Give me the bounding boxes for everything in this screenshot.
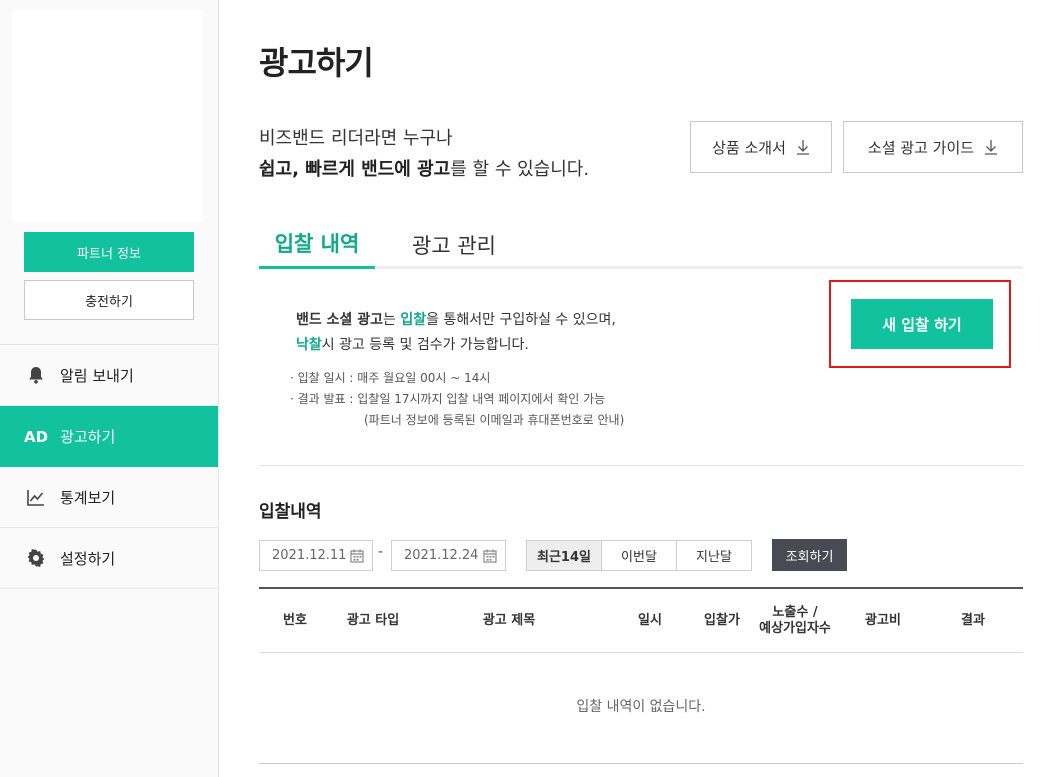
page-title: 광고하기	[259, 44, 374, 82]
notice-bold: 밴드 소셜 광고	[296, 312, 384, 328]
calendar-icon[interactable]	[483, 549, 497, 563]
column-header-line: 예상가입자수	[759, 621, 831, 636]
sidebar-item-label: 설정하기	[60, 549, 116, 568]
download-icon	[985, 140, 998, 155]
sidebar-item-statistics[interactable]: 통계보기	[0, 467, 218, 528]
column-header: 광고비	[865, 613, 901, 628]
notice-line-2: 낙찰시 광고 등록 및 검수가 가능합니다.	[296, 333, 616, 358]
chart-icon	[24, 485, 48, 509]
charge-button[interactable]: 충전하기	[24, 280, 194, 320]
ad-icon: AD	[24, 427, 49, 446]
column-header: 광고 제목	[482, 613, 536, 628]
bid-notice: 밴드 소셜 광고는 입찰을 통해서만 구입하실 수 있으며, 낙찰시 광고 등록…	[296, 308, 616, 358]
column-header: 광고 타입	[346, 613, 400, 628]
note-bid-time: · 입찰 일시 : 매주 월요일 00시 ~ 14시	[290, 371, 491, 385]
bid-schedule-notes: · 입찰 일시 : 매주 월요일 00시 ~ 14시 · 결과 발표 : 입찰일…	[290, 368, 624, 431]
period-filter: 최근14일 이번달 지난달	[526, 540, 752, 571]
partner-info-button[interactable]: 파트너 정보	[24, 232, 194, 272]
new-bid-button[interactable]: 새 입찰 하기	[851, 299, 993, 349]
gear-icon	[24, 546, 48, 570]
notice-text: 는	[383, 312, 401, 328]
intro-text: 비즈밴드 리더라면 누구나 쉽고, 빠르게 밴드에 광고를 할 수 있습니다.	[259, 123, 589, 185]
bid-history-title: 입찰내역	[259, 502, 322, 522]
end-date-value: 2021.12.24	[404, 548, 479, 563]
period-last-month[interactable]: 지난달	[677, 541, 751, 570]
start-date-field[interactable]: 2021.12.11	[259, 540, 373, 571]
notice-text: 시 광고 등록 및 검수가 가능합니다.	[321, 337, 529, 353]
band-profile-image	[12, 10, 202, 222]
tab-ad-management[interactable]: 광고 관리	[399, 220, 509, 269]
notice-green: 입찰	[400, 312, 427, 328]
notice-green: 낙찰	[296, 337, 322, 353]
period-last-14-days[interactable]: 최근14일	[527, 541, 602, 570]
intro-line-2: 쉽고, 빠르게 밴드에 광고를 할 수 있습니다.	[259, 154, 589, 185]
column-header-line: 노출수 /	[772, 605, 818, 620]
sidebar-item-notify[interactable]: 알림 보내기	[0, 345, 218, 406]
empty-table-message: 입찰 내역이 없습니다.	[576, 699, 706, 715]
button-label: 상품 소개서	[712, 138, 786, 157]
table-bottom-border	[259, 763, 1023, 764]
social-ad-guide-download-button[interactable]: 소셜 광고 가이드	[843, 121, 1023, 173]
intro-line-1: 비즈밴드 리더라면 누구나	[259, 128, 453, 149]
sidebar-item-label: 광고하기	[60, 428, 116, 446]
calendar-icon[interactable]	[350, 549, 364, 563]
bid-table-header: 번호 광고 타입 광고 제목 일시 입찰가 노출수 / 예상가입자수 광고비 결…	[259, 587, 1023, 653]
notice-line-1: 밴드 소셜 광고는 입찰을 통해서만 구입하실 수 있으며,	[296, 308, 616, 333]
download-icon	[796, 140, 809, 155]
sidebar-item-advertise[interactable]: AD 광고하기	[0, 406, 218, 467]
note-result-sub: (파트너 정보에 등록된 이메일과 휴대폰번호로 안내)	[364, 413, 625, 427]
search-button[interactable]: 조회하기	[772, 539, 847, 571]
notice-text: 을 통해서만 구입하실 수 있으며,	[426, 312, 616, 328]
tab-bar: 입찰 내역 광고 관리	[259, 220, 1023, 269]
tab-bid-history[interactable]: 입찰 내역	[259, 220, 375, 269]
date-separator: -	[378, 544, 384, 560]
column-header: 입찰가	[704, 613, 740, 628]
column-header: 일시	[638, 613, 662, 628]
end-date-field[interactable]: 2021.12.24	[391, 540, 506, 571]
sidebar-item-label: 알림 보내기	[60, 366, 134, 385]
bell-icon	[24, 363, 48, 387]
sidebar: 파트너 정보 충전하기 알림 보내기 AD 광고하기 통계보기 설정하기	[0, 0, 219, 777]
column-header: 번호	[283, 613, 307, 628]
start-date-value: 2021.12.11	[272, 548, 347, 563]
sidebar-item-settings[interactable]: 설정하기	[0, 528, 218, 589]
intro-bold: 쉽고, 빠르게 밴드에 광고	[259, 159, 451, 180]
button-label: 소셜 광고 가이드	[867, 138, 975, 157]
section-divider	[259, 465, 1023, 466]
product-intro-download-button[interactable]: 상품 소개서	[690, 121, 832, 173]
period-this-month[interactable]: 이번달	[602, 541, 677, 570]
intro-rest: 를 할 수 있습니다.	[450, 159, 590, 180]
column-header: 결과	[961, 613, 985, 628]
column-header-impressions: 노출수 / 예상가입자수	[747, 589, 843, 653]
sidebar-item-label: 통계보기	[60, 488, 116, 507]
note-result: · 결과 발표 : 입찰일 17시까지 입찰 내역 페이지에서 확인 가능	[290, 392, 606, 406]
